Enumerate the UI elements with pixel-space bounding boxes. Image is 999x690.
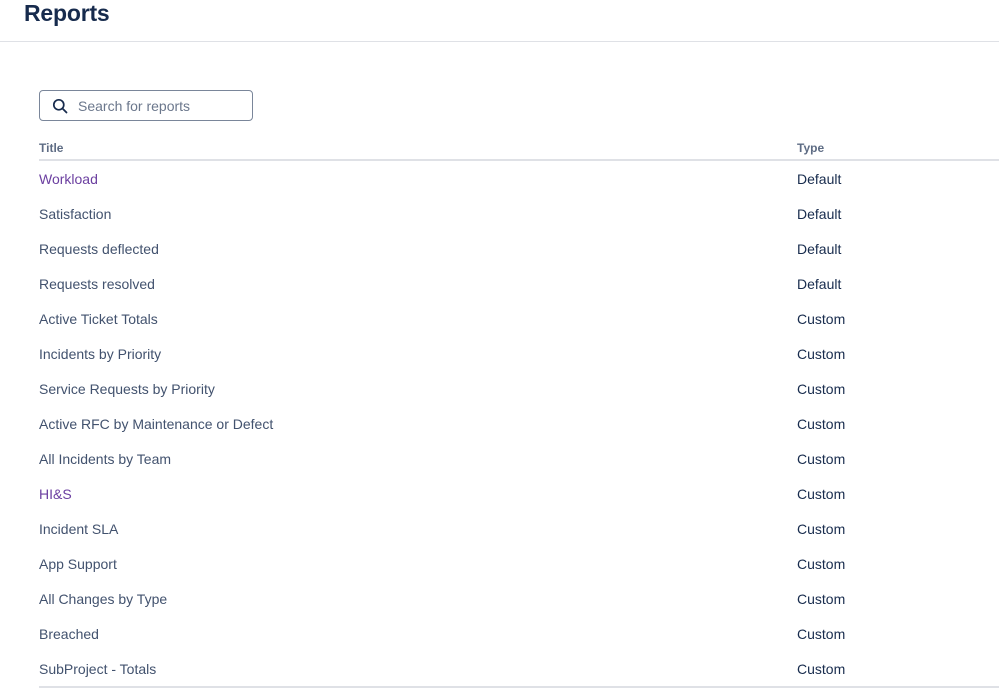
- table-row[interactable]: Workload Default: [39, 161, 999, 196]
- report-title-link[interactable]: HI&S: [39, 486, 72, 502]
- report-title-link[interactable]: Workload: [39, 171, 98, 187]
- page-header: Reports: [0, 0, 999, 42]
- table-row[interactable]: Incident SLA Custom: [39, 511, 999, 546]
- table-row[interactable]: App Support Custom: [39, 546, 999, 581]
- report-title-link[interactable]: Incident SLA: [39, 521, 118, 537]
- table-row[interactable]: SubProject - Totals Custom: [39, 651, 999, 686]
- reports-table: Title Type Workload Default Satisfaction De…: [39, 138, 999, 688]
- report-type: Custom: [797, 556, 846, 572]
- table-row[interactable]: All Incidents by Team Custom: [39, 441, 999, 476]
- search-box[interactable]: [39, 90, 253, 121]
- report-title-link[interactable]: All Incidents by Team: [39, 451, 171, 467]
- table-row[interactable]: Requests resolved Default: [39, 266, 999, 301]
- report-title-link[interactable]: Requests deflected: [39, 241, 159, 257]
- report-type: Custom: [797, 521, 846, 537]
- report-type: Custom: [797, 416, 846, 432]
- table-row[interactable]: Incidents by Priority Custom: [39, 336, 999, 371]
- report-title-link[interactable]: App Support: [39, 556, 117, 572]
- column-header-title[interactable]: Title: [39, 141, 63, 155]
- report-type: Custom: [797, 346, 846, 362]
- report-type: Custom: [797, 311, 846, 327]
- table-row[interactable]: Breached Custom: [39, 616, 999, 651]
- table-row[interactable]: Service Requests by Priority Custom: [39, 371, 999, 406]
- table-body: Workload Default Satisfaction Default Reques…: [39, 161, 999, 688]
- table-row[interactable]: HI&S Custom: [39, 476, 999, 511]
- report-title-link[interactable]: Requests resolved: [39, 276, 155, 292]
- report-type: Custom: [797, 591, 846, 607]
- report-title-link[interactable]: All Changes by Type: [39, 591, 167, 607]
- report-type: Default: [797, 241, 842, 257]
- report-type: Default: [797, 276, 842, 292]
- table-row[interactable]: Requests deflected Default: [39, 231, 999, 266]
- report-title-link[interactable]: SubProject - Totals: [39, 661, 156, 677]
- report-title-link[interactable]: Active RFC by Maintenance or Defect: [39, 416, 273, 432]
- report-type: Default: [797, 171, 842, 187]
- column-header-type[interactable]: Type: [797, 141, 824, 155]
- table-header: Title Type: [39, 138, 999, 161]
- report-title-link[interactable]: Incidents by Priority: [39, 346, 161, 362]
- report-type: Default: [797, 206, 842, 222]
- report-title-link[interactable]: Satisfaction: [39, 206, 111, 222]
- table-row[interactable]: Satisfaction Default: [39, 196, 999, 231]
- report-type: Custom: [797, 381, 846, 397]
- report-type: Custom: [797, 486, 846, 502]
- table-row[interactable]: Active Ticket Totals Custom: [39, 301, 999, 336]
- report-title-link[interactable]: Service Requests by Priority: [39, 381, 215, 397]
- report-type: Custom: [797, 661, 846, 677]
- search-input[interactable]: [78, 95, 246, 116]
- report-type: Custom: [797, 626, 846, 642]
- report-title-link[interactable]: Active Ticket Totals: [39, 311, 158, 327]
- table-row[interactable]: All Changes by Type Custom: [39, 581, 999, 616]
- page-title: Reports: [24, 0, 110, 26]
- report-title-link[interactable]: Breached: [39, 626, 99, 642]
- table-row[interactable]: Active RFC by Maintenance or Defect Custo…: [39, 406, 999, 441]
- report-type: Custom: [797, 451, 846, 467]
- search-icon: [52, 98, 68, 114]
